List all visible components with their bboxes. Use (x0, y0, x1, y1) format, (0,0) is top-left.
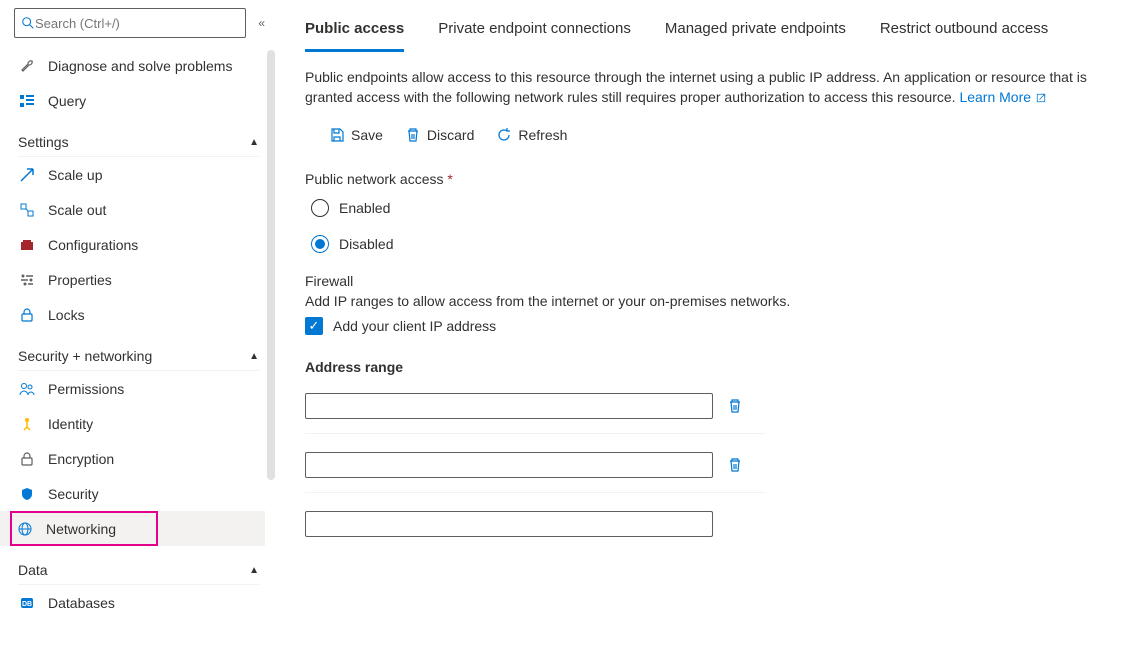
section-security-networking[interactable]: Security + networking ▲ (18, 348, 259, 371)
lock-icon (18, 306, 36, 324)
sidebar-item-label: Query (48, 93, 86, 109)
sidebar-item-identity[interactable]: Identity (14, 406, 265, 441)
svg-text:DB: DB (22, 601, 32, 608)
permissions-icon (18, 380, 36, 398)
identity-icon (18, 415, 36, 433)
tab-private-endpoints[interactable]: Private endpoint connections (438, 20, 631, 52)
sidebar-item-label: Encryption (48, 451, 114, 467)
sidebar-item-configurations[interactable]: Configurations (14, 227, 265, 262)
chevron-up-icon: ▲ (249, 137, 259, 148)
search-input[interactable] (35, 16, 239, 31)
scrollbar[interactable] (267, 50, 275, 480)
sidebar-item-permissions[interactable]: Permissions (14, 371, 265, 406)
main-content: Public access Private endpoint connectio… (275, 0, 1134, 647)
tab-restrict-outbound[interactable]: Restrict outbound access (880, 20, 1048, 52)
sidebar-item-label: Networking (46, 521, 116, 537)
sidebar-item-query[interactable]: Query (14, 83, 265, 118)
address-range-input[interactable] (305, 393, 713, 419)
address-range-heading: Address range (305, 359, 1110, 375)
address-range-row (305, 511, 765, 551)
firewall-desc: Add IP ranges to allow access from the i… (305, 293, 1110, 309)
chevron-up-icon: ▲ (249, 351, 259, 362)
sidebar-item-properties[interactable]: Properties (14, 262, 265, 297)
tab-bar: Public access Private endpoint connectio… (305, 20, 1110, 52)
sidebar-item-label: Identity (48, 416, 93, 432)
save-button[interactable]: Save (323, 123, 389, 147)
sidebar-item-label: Locks (48, 307, 85, 323)
sidebar-item-databases[interactable]: DB Databases (14, 585, 265, 620)
shield-icon (18, 485, 36, 503)
address-range-row (305, 393, 765, 434)
query-icon (18, 92, 36, 110)
delete-icon[interactable] (727, 457, 743, 473)
sidebar-item-encryption[interactable]: Encryption (14, 441, 265, 476)
sidebar-item-label: Permissions (48, 381, 124, 397)
sidebar-item-label: Scale out (48, 202, 106, 218)
chevron-up-icon: ▲ (249, 565, 259, 576)
sidebar-item-label: Security (48, 486, 99, 502)
radio-enabled[interactable]: Enabled (311, 199, 1110, 217)
add-client-ip-checkbox[interactable]: ✓ Add your client IP address (305, 317, 1110, 335)
properties-icon (18, 271, 36, 289)
radio-disabled[interactable]: Disabled (311, 235, 1110, 253)
address-range-input[interactable] (305, 452, 713, 478)
save-icon (329, 127, 345, 143)
sidebar-item-label: Scale up (48, 167, 102, 183)
refresh-icon (496, 127, 512, 143)
sidebar-item-label: Diagnose and solve problems (48, 58, 232, 74)
radio-icon-selected (311, 235, 329, 253)
sidebar-item-security[interactable]: Security (14, 476, 265, 511)
sidebar-item-label: Configurations (48, 237, 138, 253)
discard-button[interactable]: Discard (399, 123, 480, 147)
sidebar-item-label: Databases (48, 595, 115, 611)
encryption-icon (18, 450, 36, 468)
scale-out-icon (18, 201, 36, 219)
refresh-button[interactable]: Refresh (490, 123, 573, 147)
delete-icon[interactable] (727, 398, 743, 414)
databases-icon: DB (18, 594, 36, 612)
discard-icon (405, 127, 421, 143)
search-box[interactable] (14, 8, 246, 38)
sidebar: « Diagnose and solve problems Query Sett… (0, 0, 275, 647)
firewall-title: Firewall (305, 273, 1110, 289)
section-data[interactable]: Data ▲ (18, 562, 259, 585)
sidebar-item-diagnose[interactable]: Diagnose and solve problems (14, 48, 265, 83)
sidebar-item-networking[interactable]: Networking (10, 511, 158, 546)
toolbar: Save Discard Refresh (323, 123, 1110, 147)
sidebar-item-label: Properties (48, 272, 112, 288)
sidebar-item-scale-up[interactable]: Scale up (14, 157, 265, 192)
learn-more-link[interactable]: Learn More (959, 89, 1046, 105)
description: Public endpoints allow access to this re… (305, 68, 1110, 107)
tab-managed-private-endpoints[interactable]: Managed private endpoints (665, 20, 846, 52)
scale-up-icon (18, 166, 36, 184)
radio-icon (311, 199, 329, 217)
sidebar-item-locks[interactable]: Locks (14, 297, 265, 332)
address-range-row (305, 452, 765, 493)
search-icon (21, 16, 35, 30)
sidebar-item-scale-out[interactable]: Scale out (14, 192, 265, 227)
section-settings[interactable]: Settings ▲ (18, 134, 259, 157)
tab-public-access[interactable]: Public access (305, 20, 404, 52)
checkbox-checked-icon: ✓ (305, 317, 323, 335)
public-access-label: Public network access * (305, 171, 1110, 187)
address-range-input[interactable] (305, 511, 713, 537)
networking-icon (16, 520, 34, 538)
config-icon (18, 236, 36, 254)
wrench-icon (18, 57, 36, 75)
collapse-sidebar-button[interactable]: « (258, 16, 265, 30)
